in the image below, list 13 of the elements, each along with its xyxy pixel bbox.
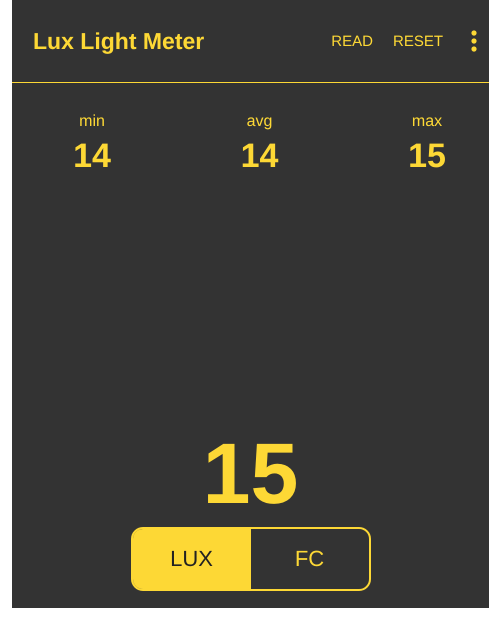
stat-label: max xyxy=(412,113,442,131)
unit-tab[interactable]: FC xyxy=(250,529,368,589)
action-button[interactable]: READ xyxy=(331,32,373,50)
light-reading: 15 xyxy=(202,431,298,517)
app-title: Lux Light Meter xyxy=(33,28,206,54)
action-button[interactable]: RESET xyxy=(392,32,443,50)
stat-label: avg xyxy=(246,113,272,131)
more-options-icon[interactable] xyxy=(471,30,477,52)
stat-label: min xyxy=(79,113,105,131)
stat-value: 14 xyxy=(73,137,111,176)
stat-value: 15 xyxy=(408,137,446,176)
stat-value: 14 xyxy=(240,137,278,176)
unit-tab[interactable]: LUX xyxy=(132,529,250,589)
